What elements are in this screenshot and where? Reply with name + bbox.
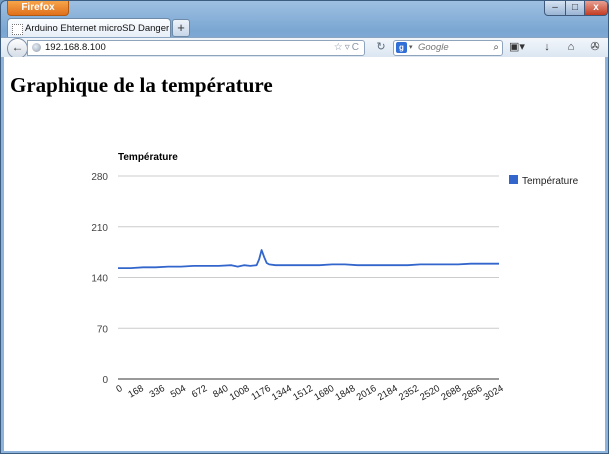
bookmark-star-icon[interactable]: ☆▿C (334, 41, 361, 55)
series-line (118, 249, 499, 270)
legend-label: Température (522, 176, 579, 187)
y-tick-label: 0 (102, 375, 108, 386)
addon-icon[interactable]: ✇ (587, 40, 603, 54)
reload-icon[interactable]: ↻ (373, 40, 389, 54)
bookmarks-menu-icon[interactable]: ▣▾ (509, 40, 525, 54)
y-tick-label: 70 (97, 324, 109, 335)
tab-title: Arduino Ehternet microSD Danger (25, 23, 170, 34)
x-tick-label: 0 (114, 383, 124, 395)
x-tick-label: 168 (126, 383, 145, 400)
x-tick-label: 672 (190, 383, 209, 400)
legend-swatch (509, 175, 518, 184)
y-tick-label: 210 (91, 223, 108, 234)
globe-icon (32, 43, 41, 52)
y-tick-label: 140 (91, 274, 108, 285)
search-input[interactable]: g ▾ Google ⌕ (393, 40, 503, 56)
google-icon[interactable]: g (396, 42, 407, 53)
x-tick-label: 3024 (482, 383, 506, 403)
search-placeholder: Google (418, 42, 449, 53)
x-axis-ticks: 0 168 336 504 672 840100811761344151216801848… (114, 383, 505, 403)
browser-window: Firefox – □ x Arduino Ehternet microSD D… (0, 0, 609, 454)
new-tab-button[interactable]: + (172, 19, 190, 37)
page-favicon-icon (12, 24, 23, 35)
chevron-down-icon[interactable]: ▾ (409, 41, 413, 55)
x-tick-label: 504 (169, 383, 188, 400)
y-tick-label: 280 (91, 172, 108, 183)
x-tick-label: 1008 (228, 383, 252, 403)
temperature-chart: Température 070140210280 0 168 336 504 672 84… (91, 152, 579, 403)
close-window-button[interactable]: x (584, 1, 608, 16)
minimize-button[interactable]: – (544, 1, 566, 16)
y-axis-ticks: 0 70 140 210 280 (91, 172, 108, 386)
download-icon[interactable]: ↓ (539, 40, 555, 54)
chart-title: Température (118, 152, 178, 163)
url-text[interactable]: 192.168.8.100 (45, 41, 106, 55)
x-tick-label: 336 (148, 383, 167, 400)
page-content: Graphique de la température Température … (4, 57, 605, 451)
chart-series (118, 249, 499, 270)
search-icon[interactable]: ⌕ (493, 41, 499, 55)
tab-active[interactable]: Arduino Ehternet microSD Danger (7, 18, 171, 38)
back-button[interactable]: ← (7, 38, 28, 59)
navigation-toolbar: ← 192.168.8.100 ☆▿C ↻ g ▾ Google ⌕ ▣▾ ↓ … (1, 37, 608, 59)
firefox-menu-button[interactable]: Firefox (7, 1, 69, 16)
chart-legend: Température (509, 175, 579, 187)
chart-grid (118, 175, 499, 380)
x-tick-label: 840 (211, 383, 230, 400)
x-tick-label: 1176 (249, 383, 272, 403)
url-bar[interactable]: 192.168.8.100 ☆▿C (27, 40, 365, 56)
home-icon[interactable]: ⌂ (563, 40, 579, 54)
maximize-button[interactable]: □ (565, 1, 585, 16)
